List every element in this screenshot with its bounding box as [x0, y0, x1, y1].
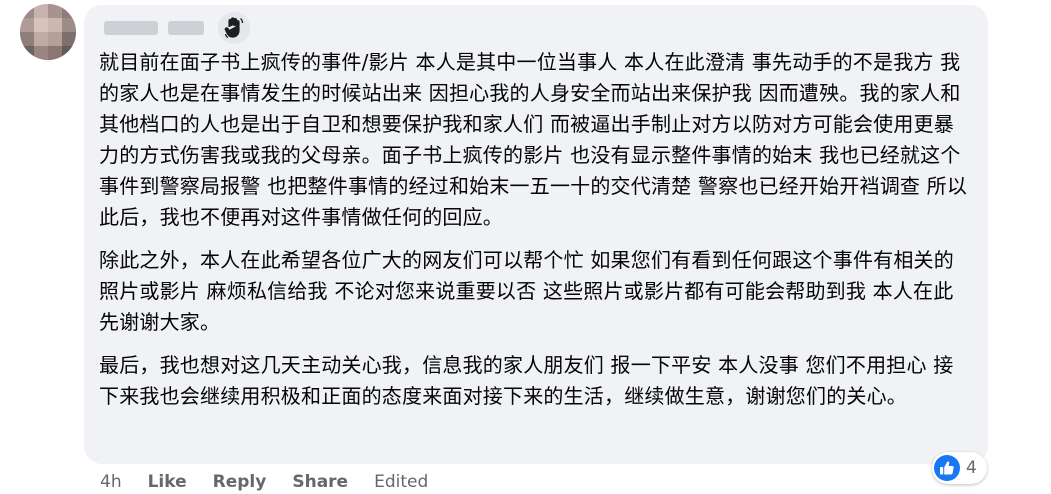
comment-paragraph: 最后，我也想对这几天主动关心我，信息我的家人朋友们 报一下平安 本人没事 您们不… — [99, 353, 954, 408]
comment-paragraph: 除此之外，本人在此希望各位广大的网友们可以帮个忙 如果您们有看到任何跟这个事件有… — [99, 248, 954, 334]
waving-hand-icon — [218, 12, 250, 44]
comment-actions: 4h Like Reply Share Edited — [100, 470, 428, 494]
comment-paragraph: 就目前在面子书上疯传的事件/影片 本人是其中一位当事人 本人在此澄清 事先动手的… — [99, 50, 968, 229]
comment-timestamp[interactable]: 4h — [100, 472, 122, 492]
share-button[interactable]: Share — [292, 472, 348, 492]
comment-bubble: 就目前在面子书上疯传的事件/影片 本人是其中一位当事人 本人在此澄清 事先动手的… — [84, 5, 988, 464]
author-name-redacted — [104, 21, 158, 35]
edited-label: Edited — [374, 472, 429, 492]
like-button[interactable]: Like — [148, 472, 187, 492]
reply-button[interactable]: Reply — [213, 472, 267, 492]
reactions-summary[interactable]: 4 — [932, 452, 987, 484]
like-reaction-icon — [934, 455, 960, 481]
comment-author[interactable] — [104, 12, 250, 44]
comment-text: 就目前在面子书上疯传的事件/影片 本人是其中一位当事人 本人在此澄清 事先动手的… — [99, 47, 971, 424]
commenter-avatar[interactable] — [20, 4, 76, 60]
reaction-count: 4 — [966, 458, 977, 478]
author-name-redacted — [168, 21, 204, 35]
